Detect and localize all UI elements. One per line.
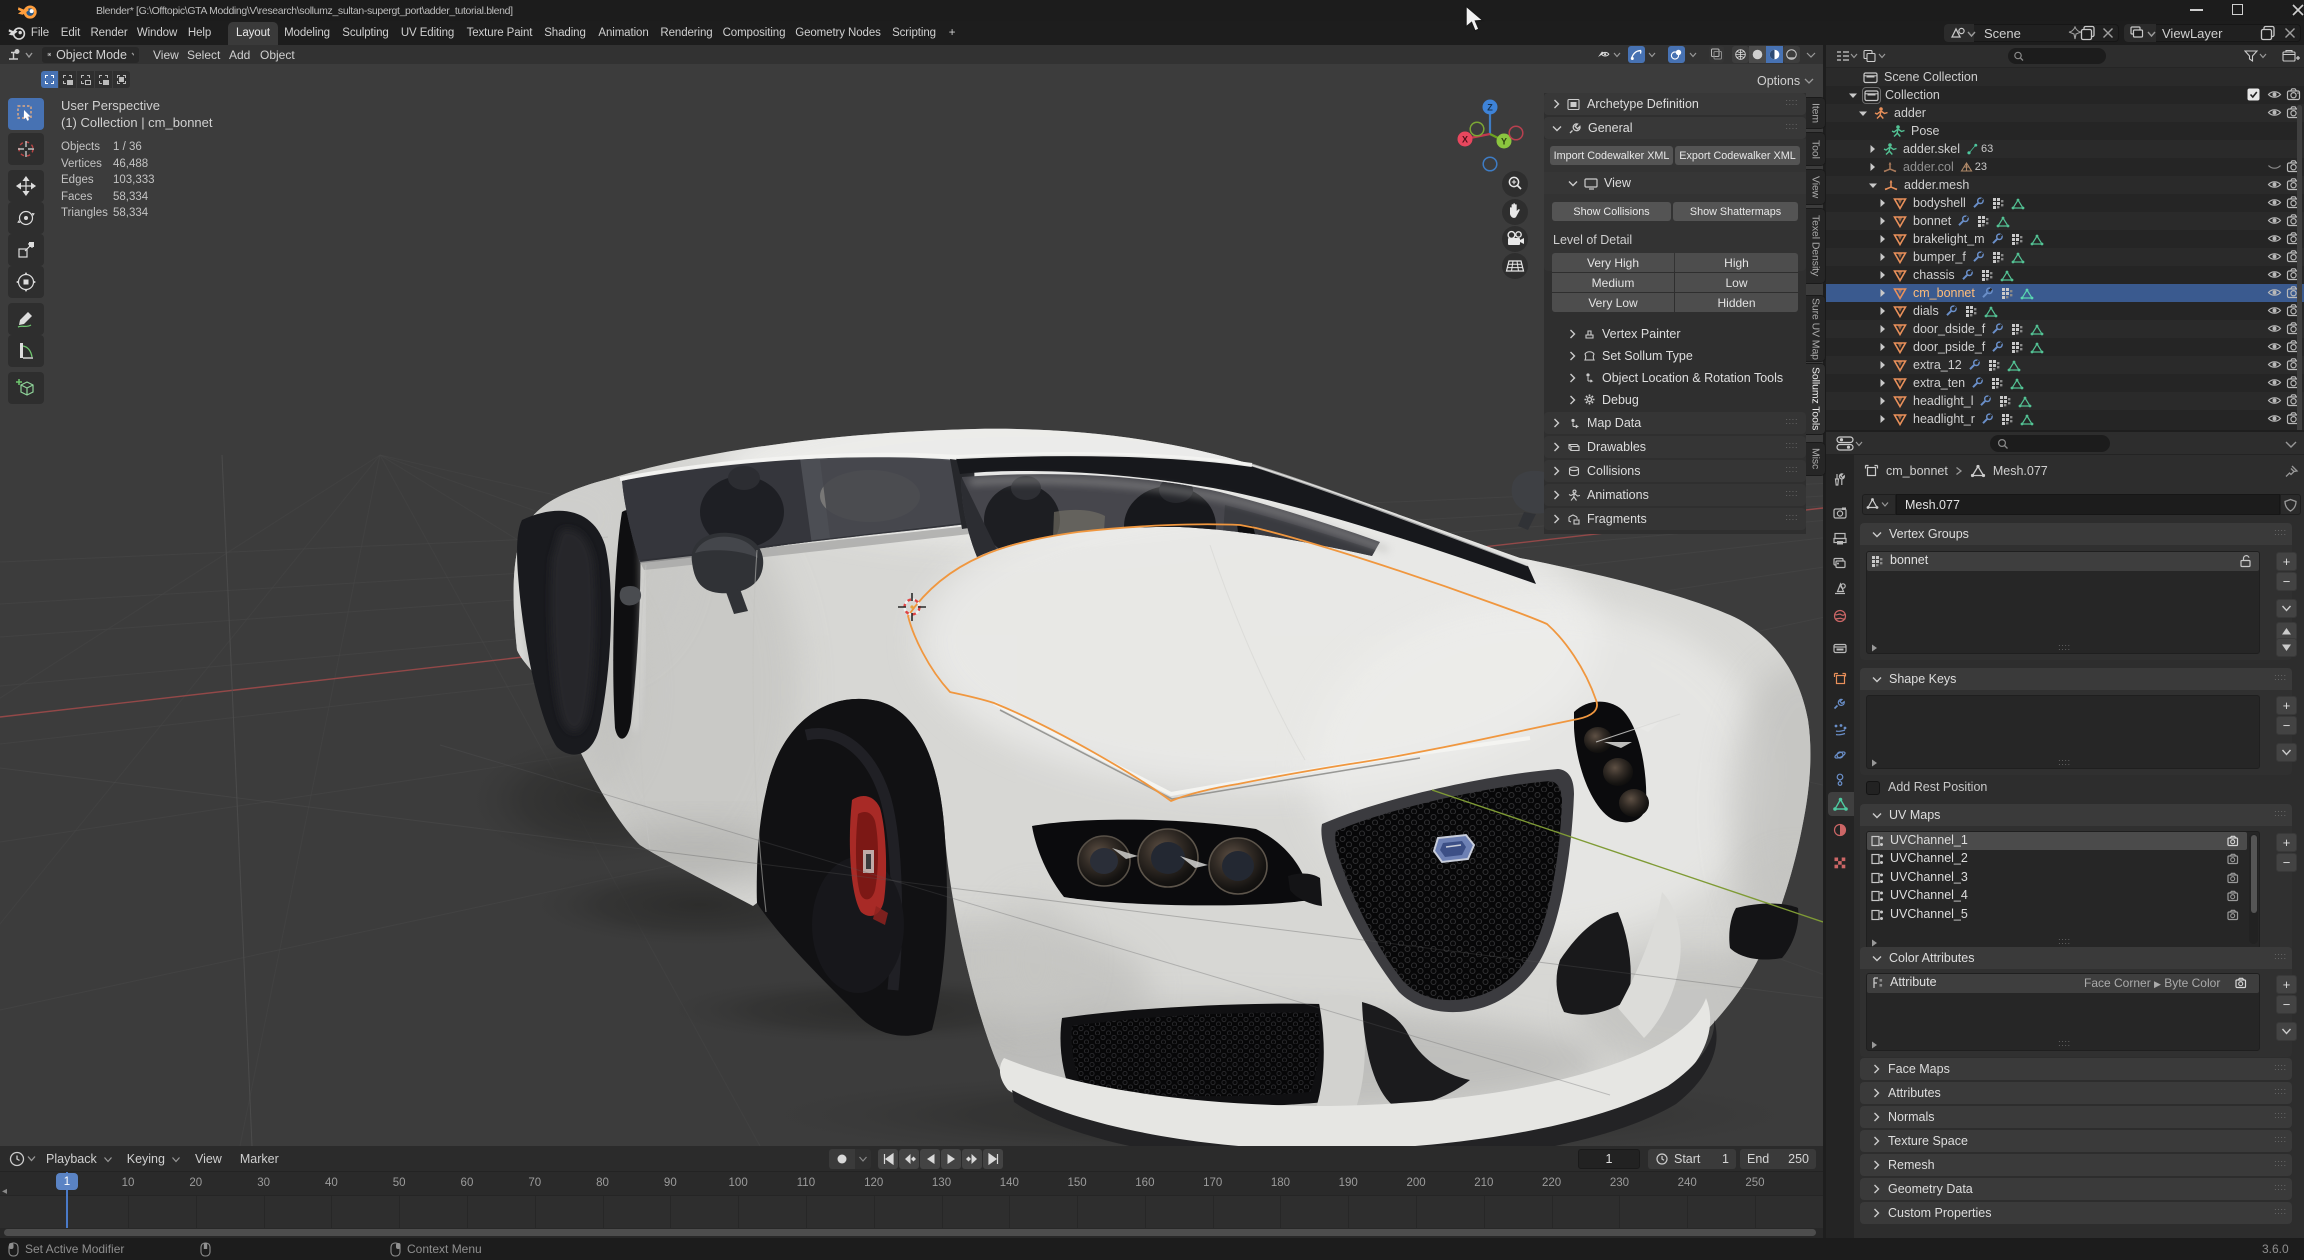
svg-text:Y: Y	[1501, 137, 1507, 147]
svg-text:Z: Z	[1487, 103, 1493, 113]
svg-text:X: X	[1462, 135, 1468, 145]
